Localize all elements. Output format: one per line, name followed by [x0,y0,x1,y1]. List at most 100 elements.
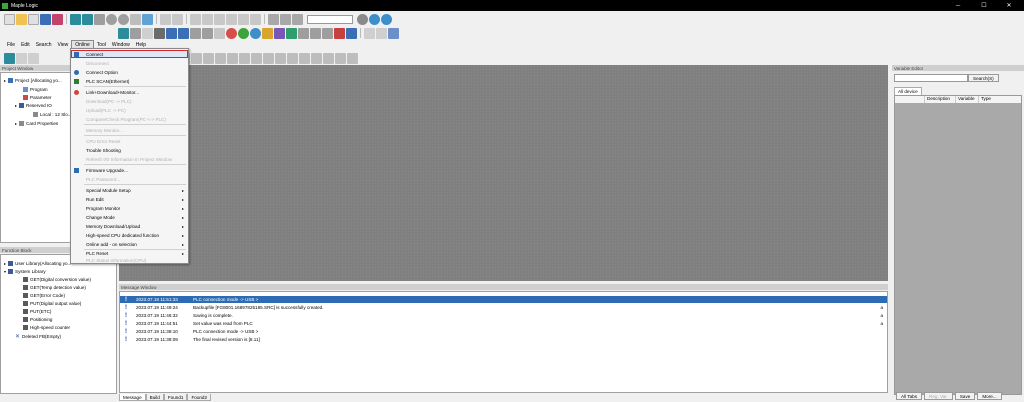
menu-item-run-edit[interactable]: Run Edit ▸ [71,195,188,203]
run-icon[interactable] [130,27,141,39]
sheet-icon[interactable] [376,27,387,39]
more-button[interactable]: More... [977,392,1002,400]
scan-icon[interactable] [250,27,261,39]
tree-item-reserved-io[interactable]: ▸ Reserved IO [15,103,52,108]
tree-item-user-library[interactable]: ▸ User Library(Allocating yo... [4,261,71,266]
chart-icon[interactable] [286,27,297,39]
download-icon[interactable] [94,13,105,25]
watch-icon[interactable] [262,27,273,39]
message-row[interactable]: ! 2023.07.19 11:46:32 Saving is complete… [120,312,887,319]
tree-item-deleted-fb[interactable]: ✕ Deleted FB(Empty) [15,333,61,340]
open-project-icon[interactable] [16,13,27,25]
tool-dropdown-icon[interactable] [346,27,357,39]
positive-pulse-icon[interactable] [263,52,274,64]
save-button[interactable]: Save [954,392,976,400]
tree-item-local-slot[interactable]: Local : 12 Slo... [33,112,72,117]
menu-item-special-module-setup[interactable]: Special Module Setup ▸ [71,186,188,194]
menu-item-connect-option[interactable]: Connect Option [71,68,188,76]
tree-item-program[interactable]: Program [23,87,48,92]
output-comment-icon[interactable] [347,52,358,64]
io-icon[interactable] [190,27,201,39]
variable-grid[interactable]: Description Variable Type [894,95,1022,395]
menu-item-online-addon[interactable]: Online add - on selection ▸ [71,240,188,248]
rung-comment-icon[interactable] [335,52,346,64]
calendar-icon[interactable] [364,27,375,39]
menu-item-high-speed-cpu[interactable]: High-speed CPU dedicated function ▸ [71,231,188,239]
search-button[interactable]: Search(S) [968,74,999,82]
zoom-out-icon[interactable] [280,13,291,25]
error-icon[interactable] [226,27,237,39]
fb-icon[interactable] [227,52,238,64]
hline-icon[interactable] [239,52,250,64]
connect-toolbar-icon[interactable] [70,13,81,25]
zoom-fit-icon[interactable] [292,13,303,25]
step-icon[interactable] [118,27,129,39]
goto-icon[interactable] [250,13,261,25]
stop-icon[interactable] [142,27,153,39]
new-project-icon[interactable] [4,13,15,25]
tab-found2[interactable]: Found2 [187,394,212,401]
tree-item-project[interactable]: ▸ Project [Allocating yo... [4,78,62,83]
menu-item-plc-status[interactable]: PLC Status Information(CPU) [71,256,188,264]
tree-item-system-library[interactable]: ▾ System Library [4,269,46,274]
print-icon[interactable] [52,13,63,25]
monitor-icon[interactable] [118,13,129,25]
menu-item-memory-download-upload[interactable]: Memory Download/Upload ▸ [71,222,188,230]
tab-build[interactable]: Build [145,394,164,401]
message-row[interactable]: ! 2023.07.19 11:38:09 The final revised … [120,336,887,343]
ok-icon[interactable] [238,27,249,39]
menu-item-connect[interactable]: Connect [71,50,188,58]
menu-search[interactable]: Search [33,40,55,49]
menu-item-compare[interactable]: Compare/Check Program(PC <-> PLC) [71,115,188,123]
close-project-icon[interactable] [28,13,39,25]
close-button[interactable]: ✕ [1000,0,1018,11]
tree-item-fb[interactable]: Positioning [23,317,52,322]
tools-icon[interactable] [334,27,345,39]
menu-item-change-mode[interactable]: Change Mode ▸ [71,213,188,221]
menu-item-plc-scan[interactable]: PLC SCAN(Ethernet) [71,77,188,85]
menu-item-disconnect[interactable]: Disconnect [71,59,188,67]
menu-item-link-download-monitor[interactable]: Link+Download+Monitor... [71,88,188,96]
web-icon[interactable] [381,13,392,25]
menu-view[interactable]: View [55,40,72,49]
cross-ref-icon[interactable] [310,27,321,39]
jump-icon[interactable] [311,52,322,64]
message-row[interactable]: ! 2023.07.19 11:51:33 PLC connection mod… [120,296,887,303]
column-variable[interactable]: Variable [956,96,979,103]
menu-item-cpu-error-reset[interactable]: CPU Error Reset [71,137,188,145]
tree-item-fb[interactable]: PUT(Digital output value) [23,301,81,306]
variable-search-input[interactable] [894,74,968,82]
maximize-button[interactable]: ☐ [975,0,993,11]
compare-icon[interactable] [130,13,141,25]
tree-item-fb[interactable]: GET(Digital conversion value) [23,277,91,282]
ladder-mode-icon[interactable] [4,52,15,64]
tree-item-card-properties[interactable]: ▸ Card Properties [15,121,58,126]
coil-icon[interactable] [191,52,202,64]
tree-item-fb[interactable]: High-speed counter [23,325,70,330]
undo-icon[interactable] [160,13,171,25]
trend-icon[interactable] [274,27,285,39]
module-icon[interactable] [178,27,189,39]
message-row[interactable]: ! 2023.07.19 11:38:10 PLC connection mod… [120,328,887,335]
user-icon[interactable] [357,13,368,25]
menu-item-firmware-upgrade[interactable]: Firmware Upgrade... [71,166,188,174]
column-description[interactable]: Description [925,96,956,103]
extra-icon[interactable] [388,27,399,39]
tab-message[interactable]: Message [119,394,146,401]
plc-info-icon[interactable] [142,13,153,25]
save-icon[interactable] [40,13,51,25]
tree-item-fb[interactable]: GET(Error Code) [23,293,65,298]
reg-var-button[interactable]: Reg. Var. [924,392,953,400]
select-mode-icon[interactable] [16,52,27,64]
replace-icon[interactable] [238,13,249,25]
label-icon[interactable] [299,52,310,64]
reset-icon[interactable] [214,27,225,39]
vline-icon[interactable] [251,52,262,64]
network-icon[interactable] [369,13,380,25]
pause-icon[interactable] [154,27,165,39]
address-icon[interactable] [202,27,213,39]
copy-icon[interactable] [202,13,213,25]
menu-item-program-monitor[interactable]: Program Monitor ▸ [71,204,188,212]
coil-neg-icon[interactable] [203,52,214,64]
zoom-combo[interactable] [307,14,353,24]
